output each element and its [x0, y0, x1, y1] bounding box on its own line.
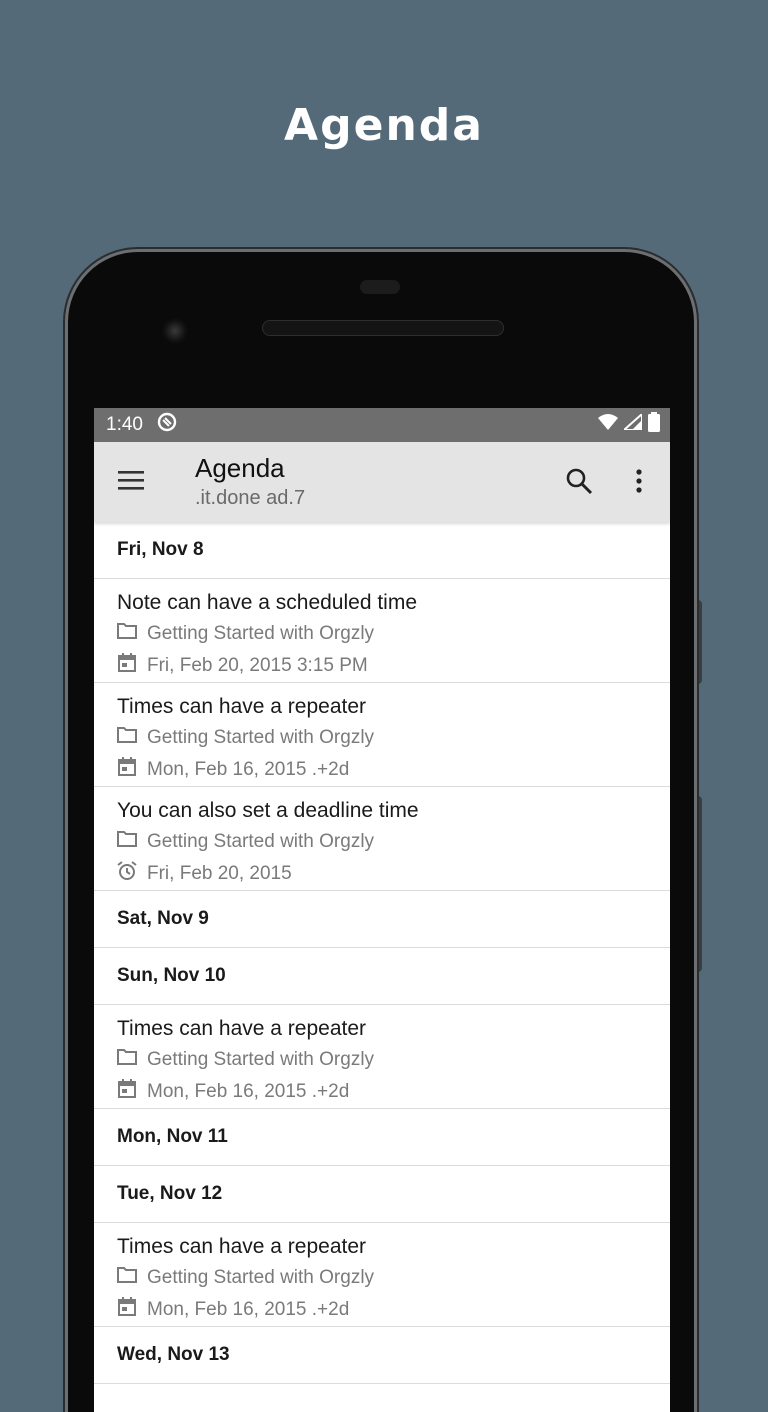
note-book-row: Getting Started with Orgzly: [117, 1266, 670, 1290]
sync-icon: [157, 412, 177, 438]
overflow-menu-button[interactable]: [628, 466, 650, 498]
note-item[interactable]: Times can have a repeater Getting Started…: [94, 683, 670, 787]
note-time: Mon, Feb 16, 2015 .+2d: [147, 1081, 350, 1102]
note-item[interactable]: Times can have a repeater Getting Started…: [94, 1005, 670, 1109]
toolbar-title: Agenda: [195, 453, 285, 483]
note-book-name: Getting Started with Orgzly: [147, 727, 375, 748]
note-item[interactable]: Note can have a scheduled time Getting St…: [94, 579, 670, 683]
signal-icon: [621, 411, 643, 436]
note-time: Mon, Feb 16, 2015 .+2d: [147, 1299, 350, 1320]
calendar-icon: [117, 653, 147, 679]
note-title: Times can have a repeater: [117, 1017, 367, 1040]
folder-icon: [117, 830, 147, 854]
promo-title: Agenda: [284, 100, 484, 151]
battery-icon: [648, 412, 660, 438]
front-camera: [162, 318, 188, 344]
note-time: Fri, Feb 20, 2015: [147, 863, 292, 884]
note-time-row: Mon, Feb 16, 2015 .+2d: [117, 757, 670, 783]
note-time: Fri, Feb 20, 2015 3:15 PM: [147, 655, 368, 676]
note-book-name: Getting Started with Orgzly: [147, 1267, 375, 1288]
folder-icon: [117, 726, 147, 750]
note-book-name: Getting Started with Orgzly: [147, 831, 375, 852]
toolbar-subtitle: .it.done ad.7: [195, 487, 306, 509]
navigation-menu-button[interactable]: [116, 468, 148, 496]
folder-icon: [117, 1266, 147, 1290]
volume-button: [694, 796, 702, 972]
note-book-row: Getting Started with Orgzly: [117, 830, 670, 854]
note-time-row: Fri, Feb 20, 2015: [117, 861, 670, 887]
more-vertical-icon: [636, 469, 642, 493]
note-book-row: Getting Started with Orgzly: [117, 726, 670, 750]
search-button[interactable]: [564, 466, 596, 498]
status-bar: 1:40: [94, 408, 670, 442]
day-header: Sun, Nov 10: [94, 948, 670, 1005]
note-time: Mon, Feb 16, 2015 .+2d: [147, 759, 350, 780]
calendar-icon: [117, 1079, 147, 1105]
note-item[interactable]: You can also set a deadline time Getting …: [94, 787, 670, 891]
alarm-icon: [117, 861, 147, 887]
hamburger-menu-icon: [118, 471, 144, 490]
note-book-name: Getting Started with Orgzly: [147, 623, 375, 644]
note-item[interactable]: Times can have a repeater Getting Started…: [94, 1223, 670, 1327]
note-title: You can also set a deadline time: [117, 799, 419, 822]
note-book-row: Getting Started with Orgzly: [117, 622, 670, 646]
search-icon: [566, 468, 593, 495]
wifi-icon: [598, 414, 618, 436]
speaker-grille: [262, 320, 504, 336]
phone-frame: 1:40 Agenda .it.done ad.7 Fri, Nov 8 Not…: [68, 252, 694, 1412]
note-book-name: Getting Started with Orgzly: [147, 1049, 375, 1070]
app-toolbar: Agenda .it.done ad.7: [94, 442, 670, 522]
note-time-row: Mon, Feb 16, 2015 .+2d: [117, 1079, 670, 1105]
note-time-row: Fri, Feb 20, 2015 3:15 PM: [117, 653, 670, 679]
app-screen: 1:40 Agenda .it.done ad.7 Fri, Nov 8 Not…: [94, 408, 670, 1412]
calendar-icon: [117, 1297, 147, 1323]
calendar-icon: [117, 757, 147, 783]
day-header: Sat, Nov 9: [94, 891, 670, 948]
note-book-row: Getting Started with Orgzly: [117, 1048, 670, 1072]
folder-icon: [117, 622, 147, 646]
note-time-row: Mon, Feb 16, 2015 .+2d: [117, 1297, 670, 1323]
day-header: Mon, Nov 11: [94, 1109, 670, 1166]
status-time: 1:40: [106, 414, 143, 435]
agenda-list: Fri, Nov 8 Note can have a scheduled time…: [94, 522, 670, 1384]
power-button: [694, 600, 702, 684]
note-title: Times can have a repeater: [117, 1235, 367, 1258]
day-header: Wed, Nov 13: [94, 1327, 670, 1384]
folder-icon: [117, 1048, 147, 1072]
note-title: Times can have a repeater: [117, 695, 367, 718]
day-header: Tue, Nov 12: [94, 1166, 670, 1223]
day-header: Fri, Nov 8: [94, 522, 670, 579]
note-title: Note can have a scheduled time: [117, 591, 418, 614]
earpiece: [360, 280, 400, 294]
